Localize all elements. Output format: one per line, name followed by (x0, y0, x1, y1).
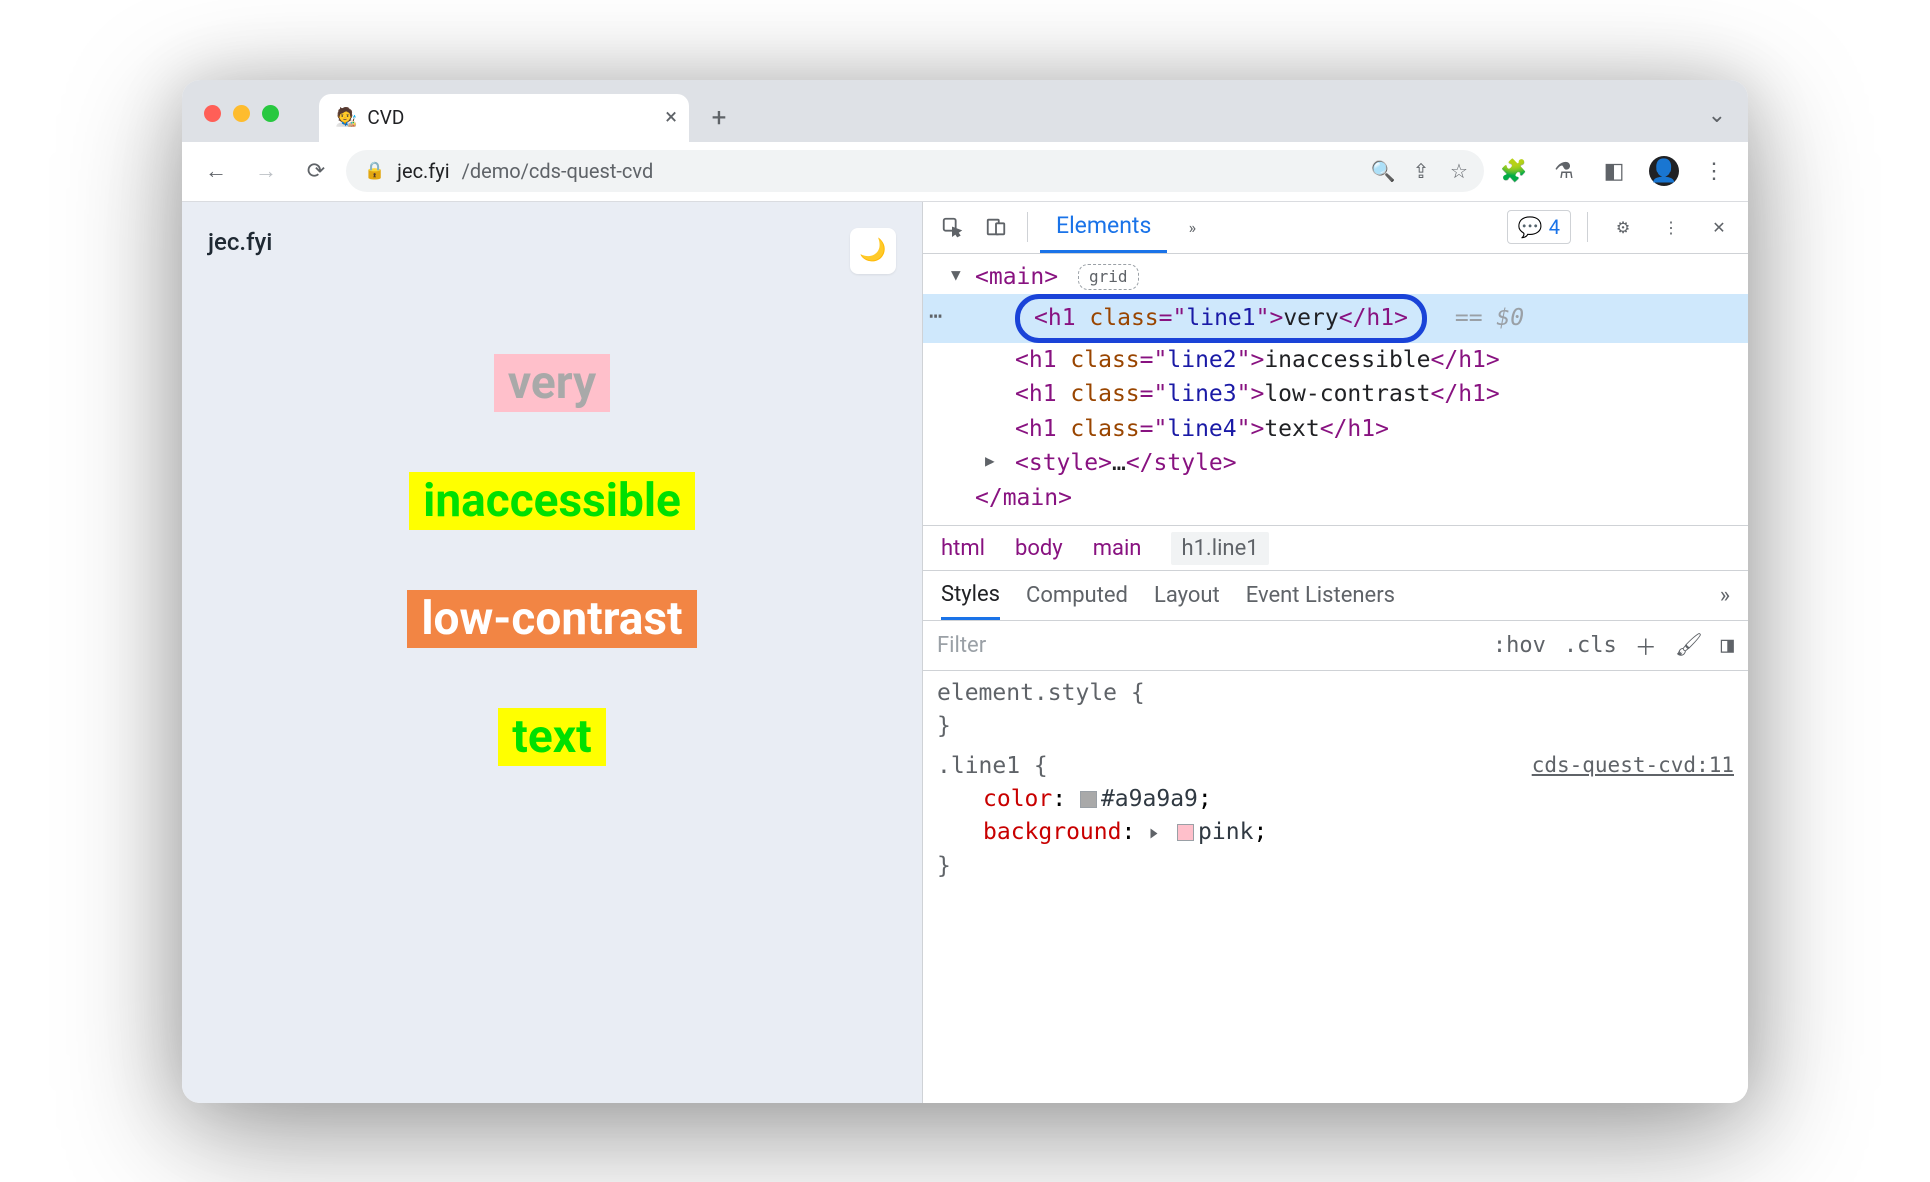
selected-node-ref: == $0 (1455, 305, 1524, 331)
sidepanel-icon[interactable]: ◧ (1594, 151, 1634, 191)
extensions-icon[interactable]: 🧩 (1494, 151, 1534, 191)
dom-breadcrumb: html body main h1.line1 (923, 525, 1748, 571)
browser-tab[interactable]: 🧑‍🎨 CVD × (319, 94, 689, 142)
forward-button[interactable]: → (246, 151, 286, 191)
heading-line1[interactable]: very (494, 354, 610, 412)
dom-node-h1-line3[interactable]: <h1 class="line3">low-contrast</h1> (923, 377, 1748, 412)
hov-toggle[interactable]: :hov (1493, 633, 1546, 658)
maximize-window-button[interactable] (262, 105, 279, 122)
chat-icon: 💬 (1518, 215, 1543, 239)
new-rule-icon[interactable]: ＋ (1635, 630, 1657, 662)
tab-event-listeners[interactable]: Event Listeners (1246, 571, 1395, 620)
window-controls (204, 105, 279, 122)
issues-count: 4 (1549, 215, 1560, 239)
dom-node-main-close[interactable]: </main> (923, 481, 1748, 516)
minimize-window-button[interactable] (233, 105, 250, 122)
cls-toggle[interactable]: .cls (1564, 633, 1617, 658)
content-area: jec.fyi 🌙 very inaccessible low-contrast… (182, 202, 1748, 1103)
share-icon[interactable]: ⇪ (1404, 154, 1438, 188)
heading-line2[interactable]: inaccessible (409, 472, 695, 530)
prop-color-name[interactable]: color (983, 786, 1052, 812)
paint-icon[interactable]: 🖌 (1675, 633, 1703, 658)
breadcrumb-body[interactable]: body (1015, 536, 1063, 561)
inspect-element-icon[interactable] (933, 208, 971, 246)
dom-node-main[interactable]: ▼ <main> grid (923, 260, 1748, 295)
devtools-panel: Elements » 💬 4 ⚙ ⋮ ✕ ▼ <main> (922, 202, 1748, 1103)
dom-node-h1-line1[interactable]: ⋯ <h1 class="line1">very</h1> == $0 (923, 294, 1748, 343)
tab-close-icon[interactable]: × (665, 105, 677, 130)
reload-button[interactable]: ⟳ (296, 151, 336, 191)
profile-button[interactable]: 👤 (1644, 151, 1684, 191)
theme-toggle-button[interactable]: 🌙 (850, 228, 896, 274)
tab-strip: 🧑‍🎨 CVD × + ⌄ (182, 80, 1748, 142)
url-path: /demo/cds-quest-cvd (462, 159, 654, 183)
tab-elements[interactable]: Elements (1040, 202, 1167, 253)
page-site-title: jec.fyi (208, 228, 272, 256)
rule-element-style[interactable]: element.style { (937, 680, 1145, 706)
styles-rules[interactable]: element.style { } cds-quest-cvd:11 .line… (923, 671, 1748, 889)
devtools-tabbar: Elements » 💬 4 ⚙ ⋮ ✕ (923, 202, 1748, 254)
disclosure-triangle-icon[interactable]: ▶ (985, 449, 995, 473)
devtools-menu-icon[interactable]: ⋮ (1652, 208, 1690, 246)
tab-styles[interactable]: Styles (941, 571, 1000, 620)
disclosure-triangle-icon[interactable]: ▼ (951, 263, 961, 287)
tab-title: CVD (367, 106, 404, 129)
grid-badge[interactable]: grid (1078, 264, 1139, 290)
tabs-overflow-icon[interactable]: » (1173, 208, 1211, 246)
dom-node-style[interactable]: ▶ <style>…</style> (923, 446, 1748, 481)
styles-tabs-overflow-icon[interactable]: » (1720, 571, 1730, 620)
rule-close-brace: } (937, 853, 951, 879)
prop-background-value[interactable]: pink (1198, 819, 1253, 845)
close-window-button[interactable] (204, 105, 221, 122)
rule-source-link[interactable]: cds-quest-cvd:11 (1532, 750, 1734, 780)
prop-color-value[interactable]: #a9a9a9 (1101, 786, 1198, 812)
issues-button[interactable]: 💬 4 (1507, 210, 1571, 244)
device-toolbar-icon[interactable] (977, 208, 1015, 246)
bookmark-icon[interactable]: ☆ (1442, 154, 1476, 188)
tab-overflow-button[interactable]: ⌄ (1708, 103, 1726, 128)
devtools-close-icon[interactable]: ✕ (1700, 208, 1738, 246)
page-viewport: jec.fyi 🌙 very inaccessible low-contrast… (182, 202, 922, 1103)
dom-tree[interactable]: ▼ <main> grid ⋯ <h1 class="line1">very</… (923, 254, 1748, 526)
styles-filter-input[interactable]: Filter (923, 633, 1479, 658)
more-actions-icon[interactable]: ⋯ (929, 300, 944, 333)
zoom-icon[interactable]: 🔍 (1366, 154, 1400, 188)
rule-close-brace: } (937, 713, 951, 739)
new-tab-button[interactable]: + (699, 98, 739, 138)
prop-background-name[interactable]: background (983, 819, 1121, 845)
word-stack: very inaccessible low-contrast text (182, 274, 922, 1103)
labs-icon[interactable]: ⚗ (1544, 151, 1584, 191)
tab-favicon-icon: 🧑‍🎨 (335, 107, 357, 128)
address-bar[interactable]: 🔒 jec.fyi/demo/cds-quest-cvd 🔍 ⇪ ☆ (346, 150, 1484, 192)
dom-node-h1-line2[interactable]: <h1 class="line2">inaccessible</h1> (923, 343, 1748, 378)
browser-window: 🧑‍🎨 CVD × + ⌄ ← → ⟳ 🔒 jec.fyi/demo/cds-q… (182, 80, 1748, 1103)
tab-computed[interactable]: Computed (1026, 571, 1128, 620)
browser-toolbar: ← → ⟳ 🔒 jec.fyi/demo/cds-quest-cvd 🔍 ⇪ ☆… (182, 142, 1748, 202)
lock-icon[interactable]: 🔒 (364, 161, 385, 181)
styles-tabbar: Styles Computed Layout Event Listeners » (923, 571, 1748, 621)
moon-icon: 🌙 (859, 238, 886, 263)
computed-toggle-icon[interactable]: ◨ (1721, 633, 1734, 658)
expand-shorthand-icon[interactable] (1151, 829, 1158, 839)
color-swatch-icon[interactable] (1177, 824, 1194, 841)
dom-node-h1-line4[interactable]: <h1 class="line4">text</h1> (923, 412, 1748, 447)
styles-filter-row: Filter :hov .cls ＋ 🖌 ◨ (923, 621, 1748, 671)
url-host: jec.fyi (397, 159, 449, 183)
rule-selector-line1[interactable]: .line1 { (937, 753, 1048, 779)
breadcrumb-main[interactable]: main (1093, 536, 1142, 561)
heading-line3[interactable]: low-contrast (407, 590, 696, 648)
browser-menu-button[interactable]: ⋮ (1694, 151, 1734, 191)
heading-line4[interactable]: text (498, 708, 605, 766)
breadcrumb-current[interactable]: h1.line1 (1171, 532, 1268, 565)
breadcrumb-html[interactable]: html (941, 536, 985, 561)
color-swatch-icon[interactable] (1080, 791, 1097, 808)
tab-layout[interactable]: Layout (1154, 571, 1220, 620)
back-button[interactable]: ← (196, 151, 236, 191)
settings-icon[interactable]: ⚙ (1604, 208, 1642, 246)
